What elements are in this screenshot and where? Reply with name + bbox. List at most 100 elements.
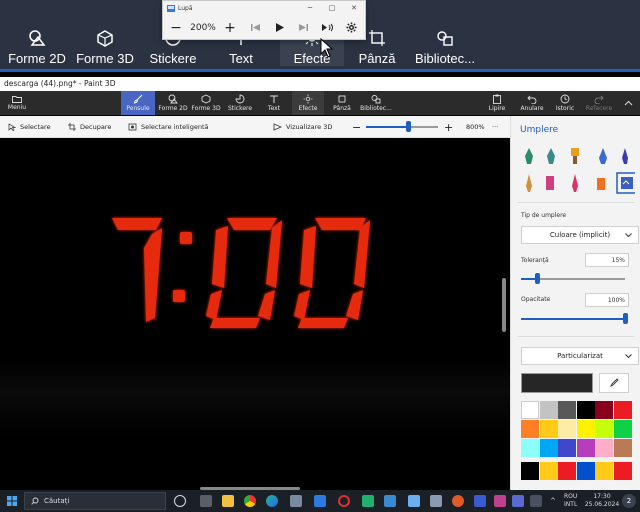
app-icon-7[interactable]: [452, 495, 464, 507]
taskbar-search-box[interactable]: Căutați: [24, 492, 166, 510]
tab-canvas[interactable]: Pânză: [328, 91, 356, 115]
file-explorer-icon[interactable]: [222, 495, 234, 507]
color-swatch[interactable]: [539, 420, 558, 438]
zoom-out-button[interactable]: −: [163, 20, 189, 36]
settings-button[interactable]: [339, 22, 363, 33]
menu-button[interactable]: Meniu: [2, 91, 32, 115]
tab-shapes-3d[interactable]: Forme 3D: [190, 91, 222, 115]
paint3d-taskbar-icon[interactable]: [512, 495, 524, 507]
more-options-button[interactable]: ···: [492, 116, 498, 138]
oil-brush-tool[interactable]: [571, 148, 579, 164]
spray-can-tool[interactable]: [597, 178, 605, 190]
windows-start-icon[interactable]: [7, 496, 17, 506]
skip-back-button[interactable]: [243, 23, 267, 32]
tab-brushes[interactable]: Pensule: [121, 91, 155, 115]
zoom-in-button[interactable]: +: [217, 20, 243, 36]
collapse-toolbar-button[interactable]: [620, 91, 636, 115]
tab-text[interactable]: Text: [260, 91, 288, 115]
color-swatch[interactable]: [576, 420, 595, 438]
fill-type-dropdown[interactable]: Culoare (implicit): [521, 226, 639, 244]
close-icon[interactable]: ✕: [343, 4, 365, 12]
paste-button[interactable]: Lipire: [484, 91, 510, 115]
widgets-icon[interactable]: [200, 495, 212, 507]
color-swatch[interactable]: [595, 420, 613, 438]
task-view-icon[interactable]: [174, 495, 186, 507]
zoom-out-canvas-button[interactable]: −: [352, 116, 361, 138]
crayon-tool[interactable]: [572, 174, 578, 192]
drawing-canvas[interactable]: [0, 138, 510, 490]
current-color-swatch[interactable]: [521, 373, 593, 393]
app-icon-5[interactable]: [408, 495, 420, 507]
eraser-tool[interactable]: [546, 176, 554, 190]
color-swatch[interactable]: [521, 439, 539, 457]
skip-forward-button[interactable]: [291, 23, 315, 32]
app-icon-3[interactable]: [362, 495, 374, 507]
color-swatch[interactable]: [521, 401, 539, 419]
color-swatch[interactable]: [539, 462, 558, 480]
color-swatch[interactable]: [558, 401, 576, 419]
color-swatch[interactable]: [576, 401, 595, 419]
app-icon-10[interactable]: [530, 495, 542, 507]
color-swatch[interactable]: [521, 462, 539, 480]
play-button[interactable]: [267, 23, 291, 32]
color-swatch[interactable]: [576, 462, 595, 480]
calligraphy-pen-tool[interactable]: [547, 148, 555, 164]
color-swatch[interactable]: [613, 401, 632, 419]
language-indicator[interactable]: ROU INTL: [564, 493, 577, 509]
pixel-pen-tool[interactable]: [622, 148, 628, 164]
tab-stickers[interactable]: Stickere: [224, 91, 256, 115]
vertical-scrollbar[interactable]: [502, 278, 506, 332]
zoom-slider[interactable]: [366, 116, 438, 138]
color-swatch[interactable]: [558, 462, 576, 480]
color-swatch[interactable]: [595, 439, 613, 457]
color-mode-dropdown[interactable]: Particularizat: [521, 347, 639, 365]
watercolor-tool[interactable]: [599, 148, 607, 164]
zoom-slider-knob[interactable]: [406, 121, 411, 132]
eyedropper-button[interactable]: [599, 373, 629, 393]
maximize-icon[interactable]: □: [321, 4, 343, 12]
app-icon-9[interactable]: [494, 495, 506, 507]
color-swatch[interactable]: [613, 462, 632, 480]
color-swatch[interactable]: [595, 401, 613, 419]
pencil-tool[interactable]: [526, 174, 532, 192]
read-from-here-button[interactable]: [315, 23, 339, 32]
view-3d-toggle[interactable]: Vizualizare 3D: [273, 116, 332, 138]
history-button[interactable]: Istoric: [552, 91, 578, 115]
select-button[interactable]: Selectare: [8, 116, 51, 138]
tolerance-input[interactable]: 15%: [585, 253, 629, 267]
color-swatch[interactable]: [595, 462, 613, 480]
color-swatch[interactable]: [521, 420, 539, 438]
crop-button[interactable]: Decupare: [68, 116, 111, 138]
zoom-in-canvas-button[interactable]: +: [444, 116, 453, 138]
opera-icon[interactable]: [338, 495, 350, 507]
magic-select-button[interactable]: Selectare inteligentă: [128, 116, 209, 138]
edge-icon[interactable]: [266, 495, 278, 507]
color-swatch[interactable]: [539, 439, 558, 457]
tab-effects[interactable]: Efecte: [292, 91, 324, 115]
opacity-slider-knob[interactable]: [623, 313, 628, 324]
clock[interactable]: 17:30 25.06.2024: [584, 493, 620, 509]
marker-tool[interactable]: [525, 148, 533, 164]
app-icon-2[interactable]: [314, 495, 326, 507]
app-icon-4[interactable]: [384, 495, 396, 507]
chrome-icon[interactable]: [244, 495, 256, 507]
tab-shapes-2d[interactable]: Forme 2D: [157, 91, 189, 115]
color-swatch[interactable]: [558, 420, 576, 438]
app-icon-6[interactable]: [430, 495, 442, 507]
color-swatch[interactable]: [558, 439, 576, 457]
tolerance-slider-knob[interactable]: [535, 273, 540, 284]
minimize-icon[interactable]: ─: [299, 4, 321, 12]
app-icon-8[interactable]: [474, 495, 486, 507]
notification-badge[interactable]: 2: [622, 494, 636, 508]
tab-library[interactable]: Bibliotec...: [360, 91, 392, 115]
tray-chevron[interactable]: ^: [550, 497, 556, 505]
app-icon-1[interactable]: [290, 495, 302, 507]
redo-button[interactable]: Refacere: [584, 91, 614, 115]
color-swatch[interactable]: [613, 420, 632, 438]
shapes-2d-label: Forme 2D: [158, 105, 188, 112]
color-swatch[interactable]: [613, 439, 632, 457]
color-swatch[interactable]: [576, 439, 595, 457]
undo-button[interactable]: Anulare: [518, 91, 546, 115]
color-swatch[interactable]: [539, 401, 558, 419]
opacity-input[interactable]: 100%: [585, 293, 629, 307]
